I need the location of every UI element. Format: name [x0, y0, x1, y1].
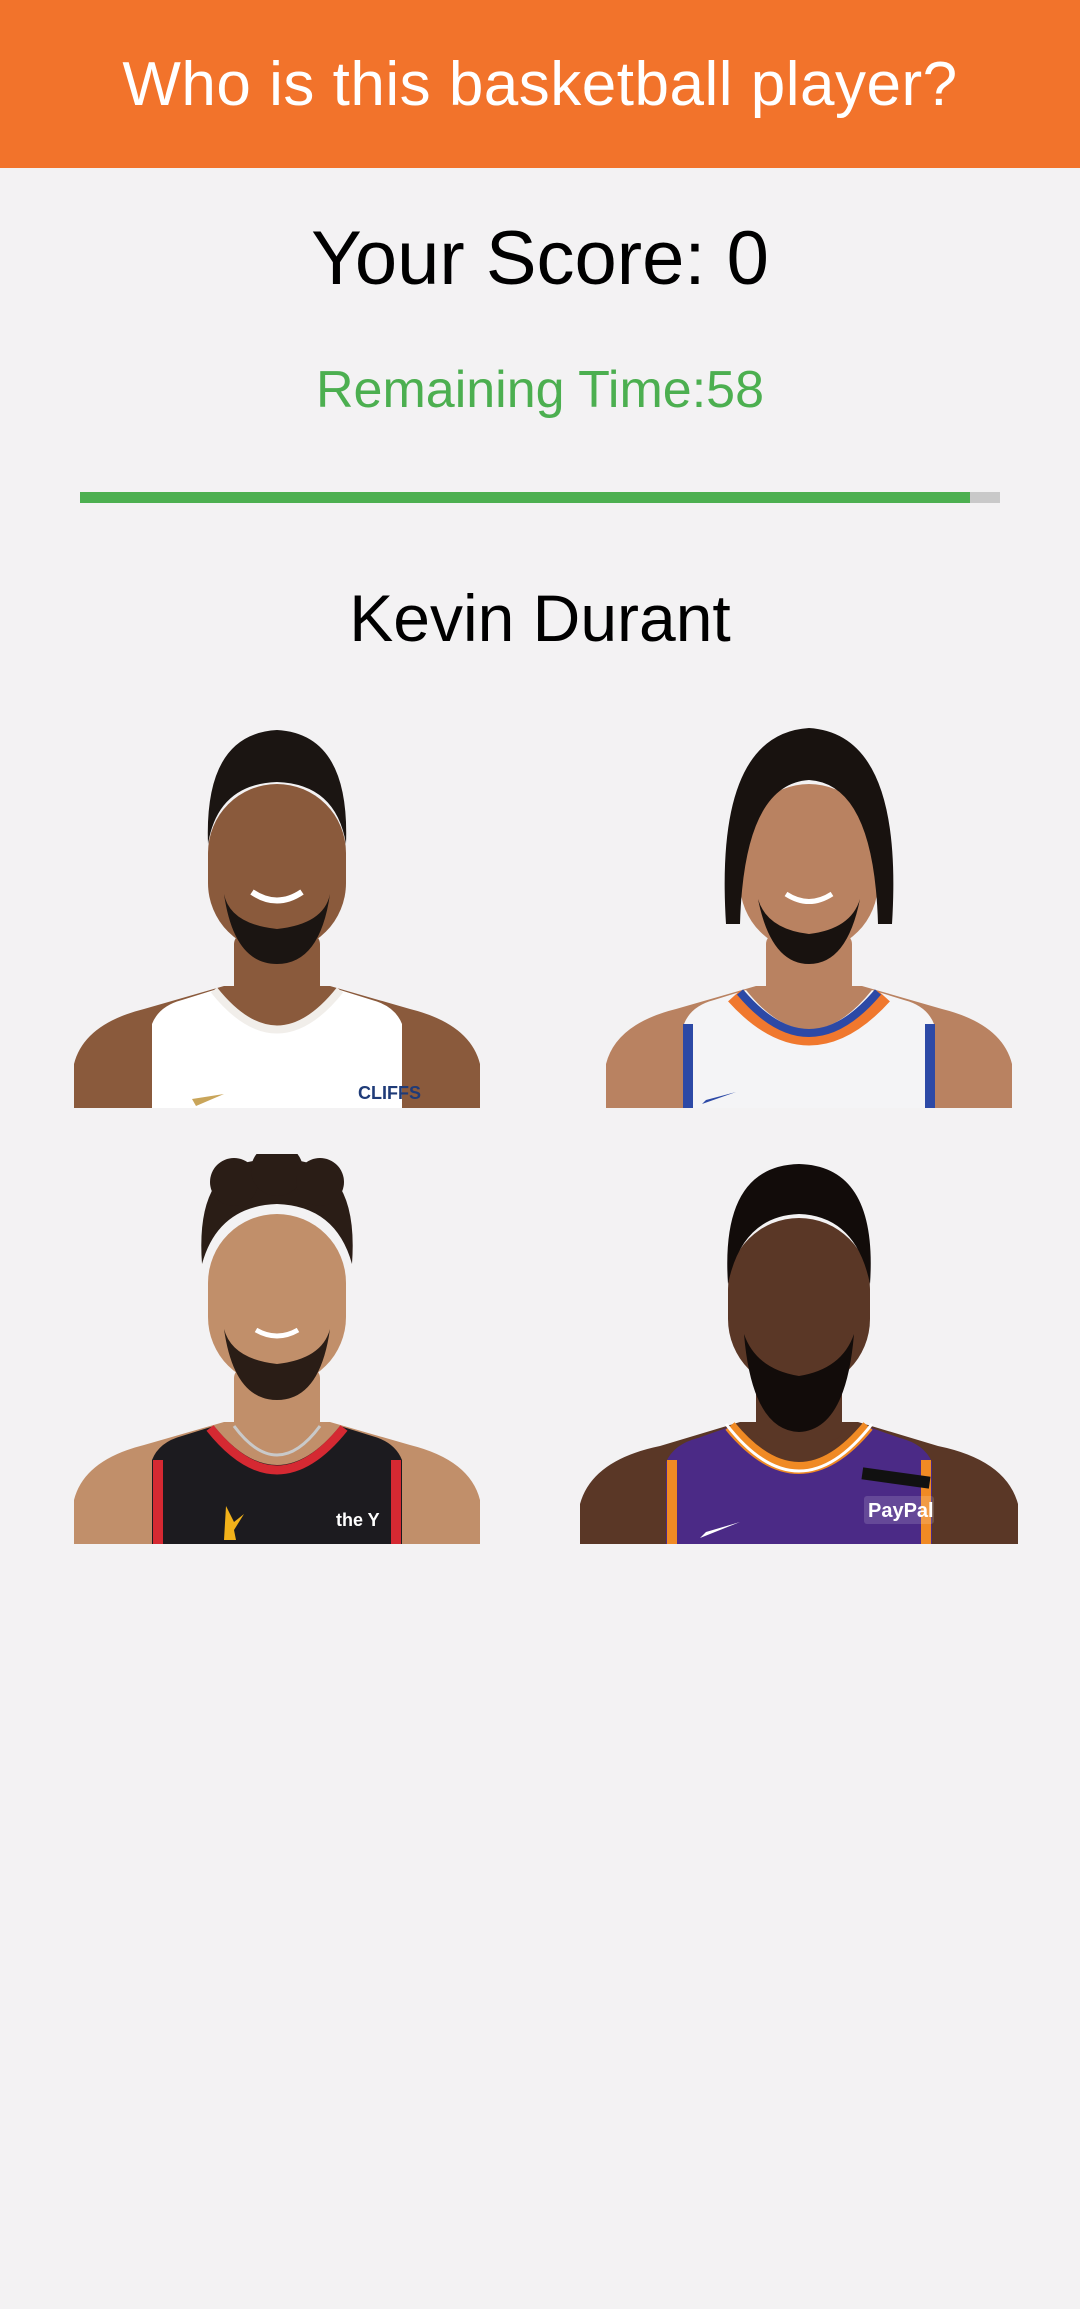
svg-text:CLIFFS: CLIFFS — [358, 1083, 421, 1103]
score-text: Your Score: 0 — [311, 216, 769, 301]
app-bar: Who is this basketball player? — [0, 0, 1080, 168]
time-progress-bar — [80, 492, 1000, 503]
choice-player-1[interactable]: CLIFFS — [74, 724, 480, 1108]
app-title: Who is this basketball player? — [122, 49, 958, 119]
remaining-time-text: Remaining Time:58 — [316, 361, 764, 419]
player-photo-2 — [606, 728, 1012, 1108]
player-photo-3: the Y — [74, 1154, 480, 1544]
player-photo-1: CLIFFS — [74, 730, 480, 1108]
choice-player-3[interactable]: the Y — [74, 1154, 480, 1544]
svg-text:PayPal: PayPal — [868, 1500, 934, 1522]
svg-text:the Y: the Y — [336, 1510, 380, 1530]
time-progress-fill — [80, 492, 970, 503]
choice-player-2[interactable] — [606, 724, 1012, 1108]
target-player-name: Kevin Durant — [349, 581, 731, 655]
choice-player-4[interactable]: PayPal — [580, 1154, 1018, 1544]
player-photo-4: PayPal — [580, 1164, 1018, 1544]
